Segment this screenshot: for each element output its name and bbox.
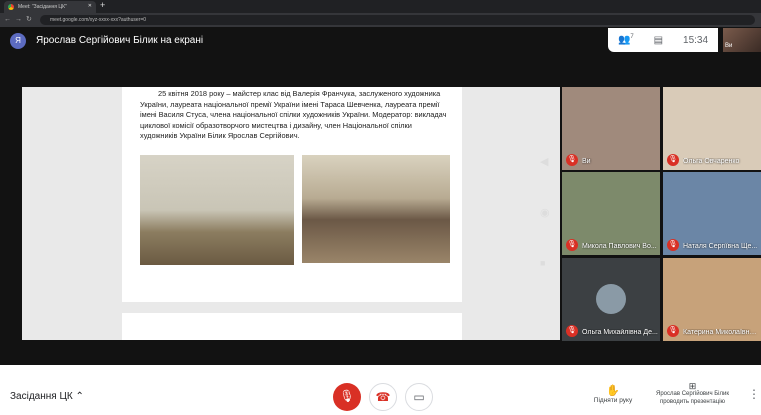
camera-toggle-button[interactable]: ▭ bbox=[405, 383, 433, 411]
participant-tile[interactable]: 🎙 Ви bbox=[562, 87, 660, 170]
participant-tile[interactable]: 🎙 Ольга Овчаренко bbox=[663, 87, 761, 170]
self-preview: Ви bbox=[723, 28, 761, 52]
mic-toggle-button[interactable]: 🎙 bbox=[333, 383, 361, 411]
mic-off-icon: 🎙 bbox=[667, 239, 679, 251]
presenter-label: Ярослав Сергійович Білик на екрані bbox=[36, 35, 204, 46]
meeting-name: Засідання ЦК bbox=[10, 391, 73, 402]
stop-icon[interactable]: ■ bbox=[540, 258, 545, 268]
mic-off-icon: 🎙 bbox=[566, 154, 578, 166]
presenter-avatar: Я bbox=[10, 33, 26, 49]
browser-tab-bar bbox=[0, 0, 761, 13]
chat-icon[interactable]: ▤ bbox=[654, 35, 663, 46]
participant-tile[interactable]: 🎙 Ольга Михайлівна Де... bbox=[562, 258, 660, 341]
participant-name: Катерина Миколаївна... bbox=[683, 329, 759, 336]
slide-photo-masterclass bbox=[140, 155, 294, 265]
mic-off-icon: 🎙 bbox=[566, 325, 578, 337]
participant-name: Ви bbox=[582, 158, 591, 165]
url-field[interactable]: meet.google.com/xyz-xxxx-xxx?authuser=0 bbox=[40, 15, 755, 25]
participant-tile[interactable]: 🎙 Микола Павлович Во... bbox=[562, 172, 660, 255]
browser-tab[interactable]: Meet: "Засідання ЦК" ✕ bbox=[4, 1, 96, 13]
hang-up-button[interactable]: ☎ bbox=[369, 383, 397, 411]
close-tab-icon[interactable]: ✕ bbox=[88, 3, 92, 9]
prev-slide-icon[interactable]: ◀ bbox=[540, 155, 548, 168]
slide-photo-audience bbox=[302, 155, 450, 263]
hand-icon: ✋ bbox=[606, 385, 620, 397]
nav-buttons[interactable]: ←→↻ bbox=[4, 13, 36, 27]
participant-tile[interactable]: 🎙 Наталя Сергіївна Ще... bbox=[663, 172, 761, 255]
present-icon: ⊞ bbox=[688, 381, 697, 391]
slide-text: 25 квітня 2018 року – майстер клас від В… bbox=[140, 89, 447, 140]
tab-title: Meet: "Засідання ЦК" bbox=[18, 4, 67, 10]
raise-hand-button[interactable]: ✋ Підняти руку bbox=[588, 384, 638, 404]
self-label: Ви bbox=[725, 43, 733, 49]
presentation-button[interactable]: ⊞ Ярослав Сергійович Білик проводить през… bbox=[645, 382, 740, 406]
raise-hand-label: Підняти руку bbox=[593, 397, 633, 404]
meeting-details-button[interactable]: Засідання ЦК ⌃ bbox=[10, 391, 84, 402]
chevron-up-icon: ⌃ bbox=[75, 391, 84, 402]
mic-off-icon: 🎙 bbox=[667, 325, 679, 337]
more-options-icon[interactable]: ⋮ bbox=[748, 387, 760, 401]
new-tab-button[interactable]: + bbox=[100, 0, 105, 10]
participants-count: 7 bbox=[630, 34, 634, 41]
participant-name: Ольга Овчаренко bbox=[683, 158, 740, 165]
presenting-label: Ярослав Сергійович Білик проводить презе… bbox=[656, 391, 729, 405]
mic-off-icon: 🎙 bbox=[667, 154, 679, 166]
people-button[interactable]: 👥7 bbox=[618, 34, 634, 45]
participant-tile[interactable]: 🎙 Катерина Миколаївна... bbox=[663, 258, 761, 341]
participant-name: Ольга Михайлівна Де... bbox=[582, 329, 658, 336]
meet-favicon-icon bbox=[8, 4, 14, 10]
presentation-stage: 25 квітня 2018 року – майстер клас від В… bbox=[22, 87, 560, 340]
participant-name: Наталя Сергіївна Ще... bbox=[683, 243, 758, 250]
slide-page-next bbox=[122, 313, 462, 340]
top-info-panel: 👥7 ▤ 15:34 bbox=[608, 28, 718, 52]
slide-page: 25 квітня 2018 року – майстер клас від В… bbox=[122, 87, 462, 302]
participant-name: Микола Павлович Во... bbox=[582, 243, 657, 250]
participant-avatar bbox=[596, 284, 626, 314]
mic-off-icon: 🎙 bbox=[566, 239, 578, 251]
clock: 15:34 bbox=[683, 34, 709, 46]
pointer-icon[interactable]: ◉ bbox=[540, 206, 550, 219]
